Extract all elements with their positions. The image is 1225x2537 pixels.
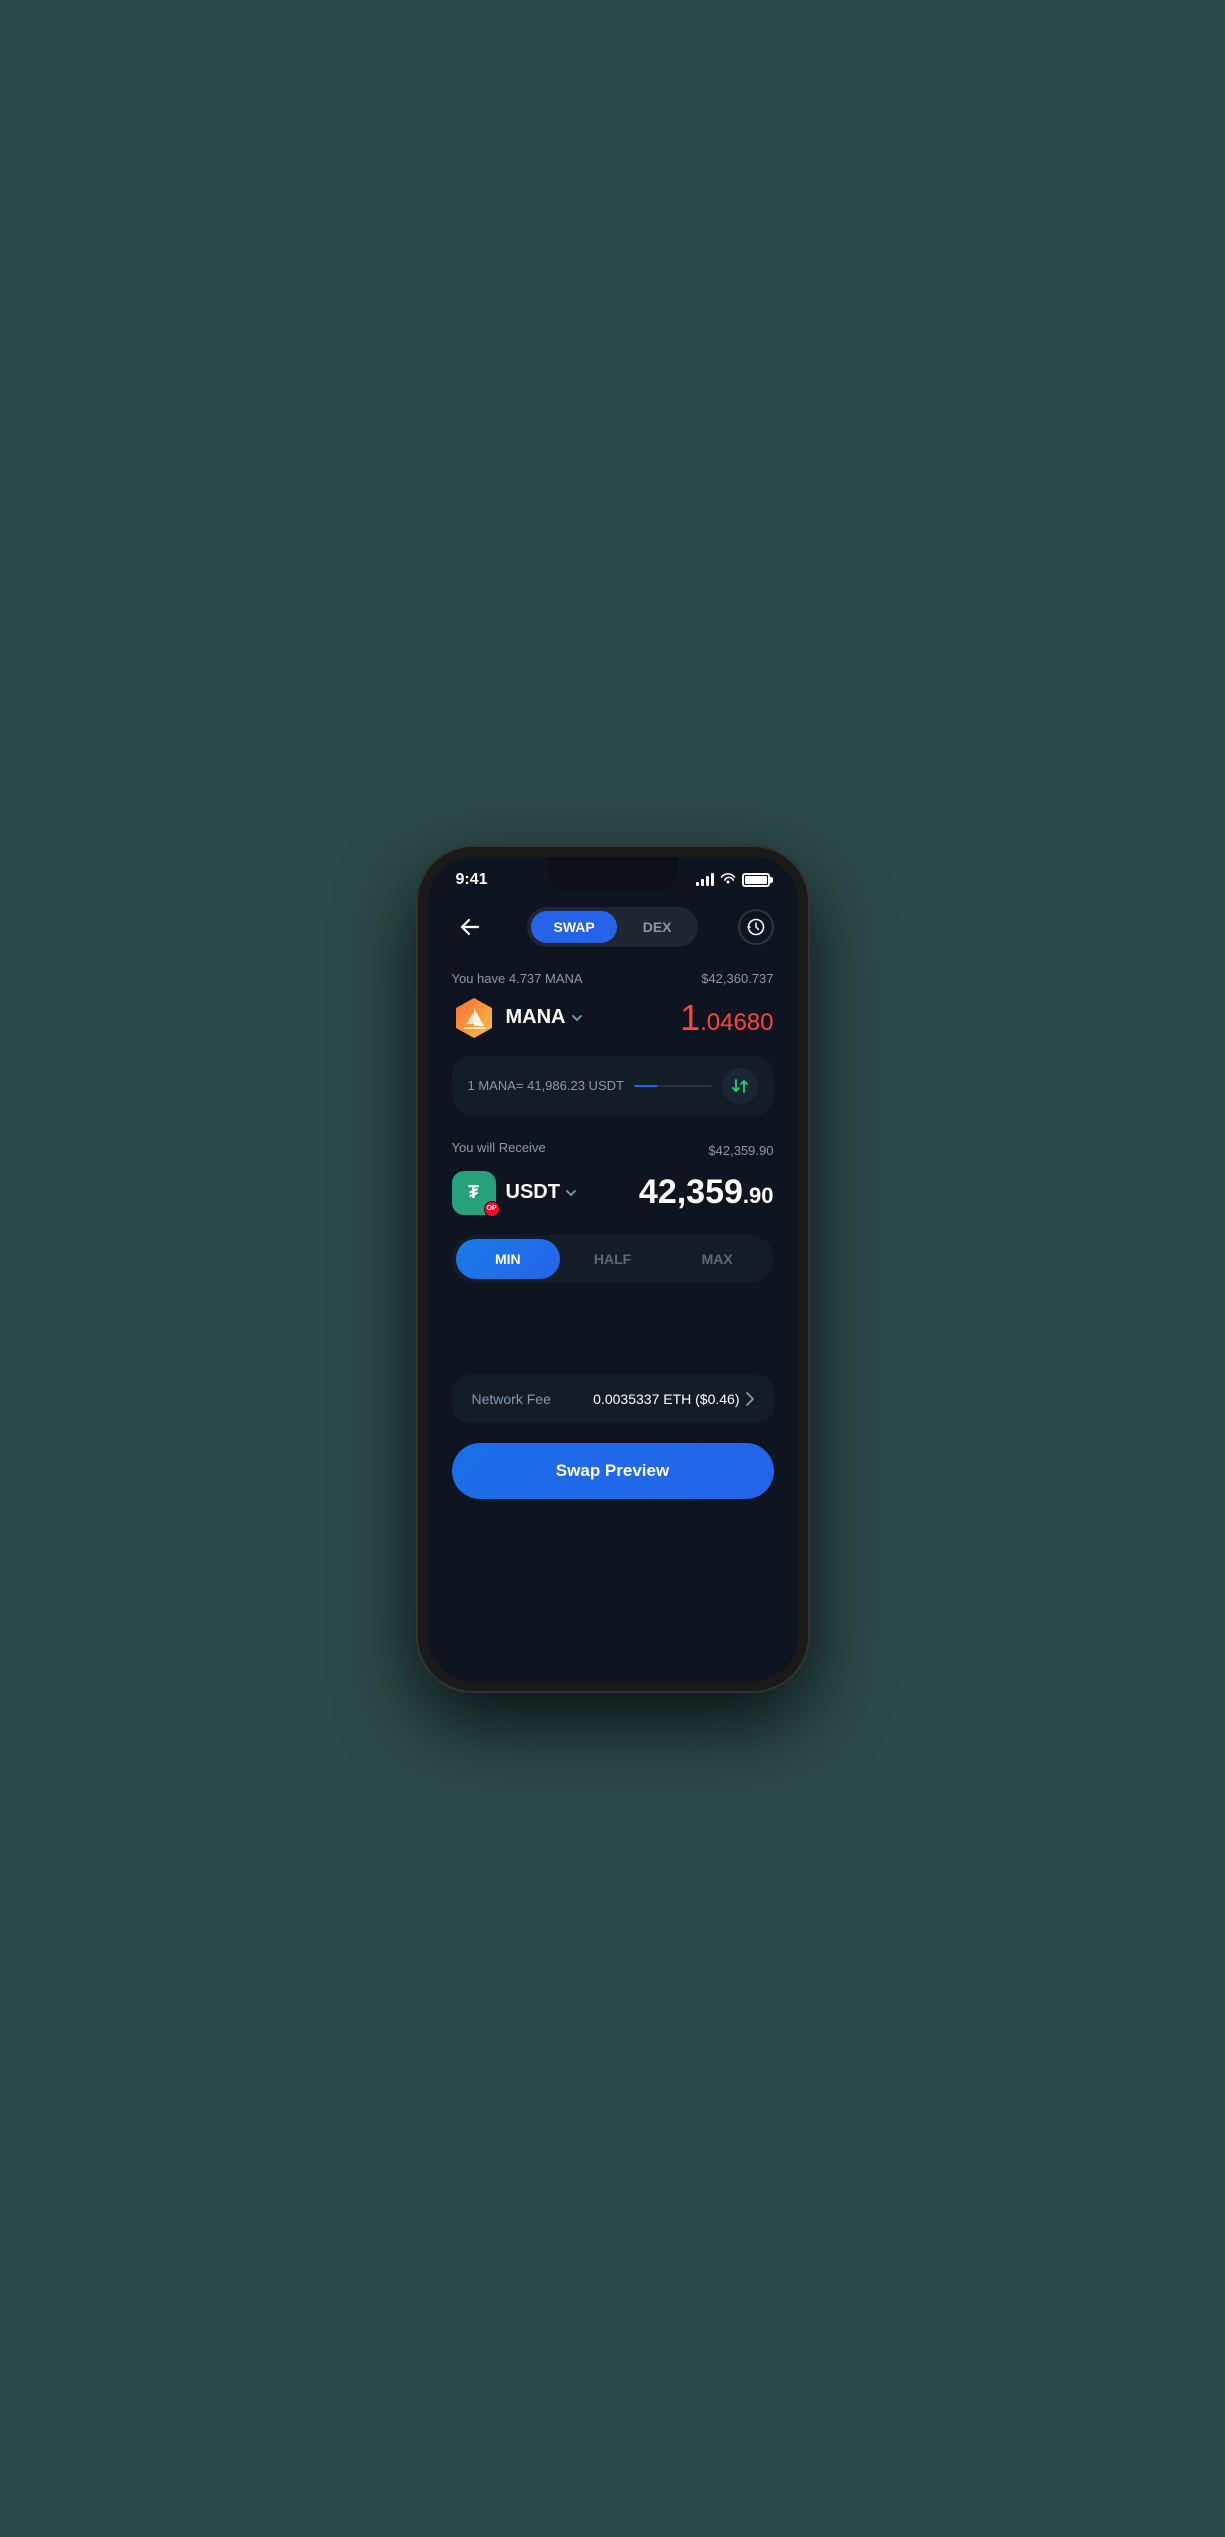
receive-usd: $42,359.90 xyxy=(708,1143,773,1158)
receive-amount: 42,359 .90 xyxy=(639,1173,774,1212)
from-balance-label: You have 4.737 MANA xyxy=(452,971,583,986)
phone-screen: 9:41 xyxy=(428,857,798,1681)
receive-balance-row: You will Receive $42,359.90 xyxy=(452,1140,774,1161)
receive-amount-integer: 42,359 xyxy=(639,1173,743,1212)
max-button[interactable]: MAX xyxy=(665,1239,770,1279)
mana-logo xyxy=(452,996,496,1040)
header-nav: SWAP DEX xyxy=(428,897,798,963)
notch xyxy=(548,857,678,891)
network-fee-value: 0.0035337 ETH ($0.46) xyxy=(593,1391,753,1407)
exchange-rate-text: 1 MANA= 41,986.23 USDT xyxy=(468,1078,624,1093)
receive-token-row: ₮ OP USDT 42,359 .90 xyxy=(452,1171,774,1215)
receive-label: You will Receive xyxy=(452,1140,546,1155)
phone-frame: 9:41 xyxy=(418,847,808,1691)
min-button[interactable]: MIN xyxy=(456,1239,561,1279)
nav-tabs: SWAP DEX xyxy=(527,907,697,947)
rate-slider xyxy=(634,1085,712,1087)
from-balance-row: You have 4.737 MANA $42,360.737 xyxy=(452,971,774,986)
usdt-chevron-icon xyxy=(564,1186,578,1200)
from-amount-integer: 1 xyxy=(680,997,700,1039)
mana-chevron-icon xyxy=(570,1011,584,1025)
from-balance-usd: $42,360.737 xyxy=(701,971,773,986)
from-token-name: MANA xyxy=(506,1006,584,1029)
back-button[interactable] xyxy=(452,909,488,945)
exchange-rate-row: 1 MANA= 41,986.23 USDT xyxy=(452,1056,774,1116)
receive-token-name: USDT xyxy=(506,1181,578,1204)
history-button[interactable] xyxy=(738,909,774,945)
main-content: You have 4.737 MANA $42,360.737 xyxy=(428,963,798,1657)
usdt-label: USDT xyxy=(506,1181,560,1204)
usdt-token-selector[interactable]: ₮ OP USDT xyxy=(452,1171,578,1215)
network-fee-label: Network Fee xyxy=(472,1391,551,1407)
amount-selector: MIN HALF MAX xyxy=(452,1235,774,1283)
mana-label: MANA xyxy=(506,1006,566,1029)
fee-chevron-icon xyxy=(746,1392,754,1406)
from-token-row: MANA 1 .04680 xyxy=(452,996,774,1040)
signal-icon xyxy=(696,873,714,886)
tab-dex[interactable]: DEX xyxy=(621,911,694,943)
spacer xyxy=(452,1315,774,1375)
mana-token-selector[interactable]: MANA xyxy=(452,996,584,1040)
battery-icon xyxy=(742,873,770,887)
swap-arrows-button[interactable] xyxy=(722,1068,758,1104)
from-amount[interactable]: 1 .04680 xyxy=(680,997,773,1039)
receive-amount-decimal: .90 xyxy=(743,1183,774,1209)
network-fee-amount: 0.0035337 ETH ($0.46) xyxy=(593,1391,739,1407)
from-amount-decimal: .04680 xyxy=(700,1009,773,1037)
swap-preview-button[interactable]: Swap Preview xyxy=(452,1443,774,1499)
status-icons xyxy=(696,872,770,888)
tab-swap[interactable]: SWAP xyxy=(531,911,616,943)
op-badge: OP xyxy=(484,1201,500,1217)
usdt-logo: ₮ OP xyxy=(452,1171,496,1215)
half-button[interactable]: HALF xyxy=(560,1239,665,1279)
wifi-icon xyxy=(720,872,736,888)
status-time: 9:41 xyxy=(456,871,488,889)
network-fee-section[interactable]: Network Fee 0.0035337 ETH ($0.46) xyxy=(452,1375,774,1423)
